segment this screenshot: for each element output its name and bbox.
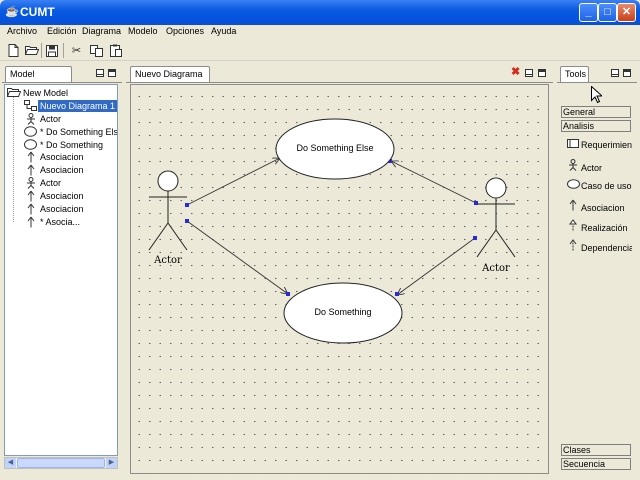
association-line[interactable] <box>391 161 477 204</box>
tools-category-secuencia[interactable]: Secuencia <box>561 458 631 470</box>
paste-icon[interactable] <box>108 43 123 58</box>
copy-icon[interactable] <box>89 43 104 58</box>
cut-icon[interactable]: ✂ <box>69 43 84 58</box>
tools-category-analisis[interactable]: Analisis <box>561 120 631 132</box>
tool-label: Actor <box>581 163 603 173</box>
menu-edicion[interactable]: Edición <box>47 26 77 36</box>
tool-label: Dependencia <box>581 243 632 253</box>
tab-tools[interactable]: Tools <box>560 66 589 82</box>
open-folder-icon[interactable] <box>24 43 39 58</box>
tree-item-asociacion[interactable]: Asociacion <box>40 190 84 202</box>
menu-ayuda[interactable]: Ayuda <box>211 26 236 36</box>
tree-item-do-something-else[interactable]: * Do Something Else <box>40 126 117 138</box>
tree-horizontal-scrollbar[interactable]: ◀ ▶ <box>4 457 118 469</box>
tree-item-do-something[interactable]: * Do Something <box>40 139 103 151</box>
close-button[interactable]: ✕ <box>617 3 636 22</box>
tree-item-asociacion[interactable]: Asociacion <box>40 151 84 163</box>
menu-archivo[interactable]: Archivo <box>7 26 37 36</box>
actor-left[interactable] <box>148 170 188 251</box>
scroll-left-icon[interactable]: ◀ <box>5 458 16 468</box>
window-title: CUMT <box>20 5 55 19</box>
dependency-icon <box>566 239 580 254</box>
save-icon[interactable] <box>44 43 59 58</box>
tree-item-actor[interactable]: Actor <box>40 177 61 189</box>
tool-label: Caso de uso <box>581 181 632 191</box>
mouse-cursor-icon <box>591 86 602 103</box>
close-diagram-icon[interactable]: ✖ <box>511 66 521 78</box>
association-icon <box>566 199 580 214</box>
scroll-right-icon[interactable]: ▶ <box>106 458 117 468</box>
tree-item-asociacion[interactable]: Asociacion <box>40 203 84 215</box>
tree-item-asociacion[interactable]: Asociacion <box>40 164 84 176</box>
tool-caso-de-uso[interactable]: Caso de uso <box>566 179 632 192</box>
actor-icon <box>566 159 580 174</box>
menu-diagrama[interactable]: Diagrama <box>82 26 121 36</box>
toolbar: ✂ <box>0 40 640 61</box>
folder-icon <box>6 87 22 102</box>
diagram-canvas[interactable]: Do Something Else Do Something Actor Act… <box>130 84 549 474</box>
tools-minimize-icon[interactable] <box>611 69 619 77</box>
tree-item-nuevo-diagrama[interactable]: Nuevo Diagrama 1 <box>38 100 117 112</box>
tab-model-browser[interactable]: Model Browser <box>5 66 72 94</box>
scroll-thumb[interactable] <box>17 458 105 468</box>
actor-label: Actor <box>482 263 510 274</box>
association-line[interactable] <box>186 158 280 206</box>
tree-item-actor[interactable]: Actor <box>40 113 61 125</box>
tools-maximize-icon[interactable] <box>623 69 631 77</box>
menu-bar: Archivo Edición Diagrama Modelo Opciones… <box>0 25 640 39</box>
panel-maximize-icon[interactable] <box>108 69 116 77</box>
new-file-icon[interactable] <box>6 43 21 58</box>
actor-right[interactable] <box>476 177 516 258</box>
realization-icon <box>566 219 580 234</box>
tree-item-asociacion-modified[interactable]: * Asocia... <box>40 216 80 228</box>
usecase-label: Do Something <box>314 307 372 317</box>
menu-opciones[interactable]: Opciones <box>166 26 204 36</box>
java-cup-icon: ☕ <box>5 6 19 18</box>
tool-actor[interactable]: Actor <box>566 159 632 174</box>
tool-label: Realización <box>581 223 628 233</box>
tool-dependencia[interactable]: Dependencia <box>566 239 632 254</box>
menu-modelo[interactable]: Modelo <box>128 26 158 36</box>
association-line[interactable] <box>186 220 288 294</box>
tool-requerimiento[interactable]: Requerimiento <box>566 139 632 151</box>
tool-asociacion[interactable]: Asociacion <box>566 199 632 214</box>
association-line[interactable] <box>397 237 476 295</box>
tree-item-new-model[interactable]: New Model <box>23 87 68 99</box>
tools-category-general[interactable]: General <box>561 106 631 118</box>
requirement-icon <box>566 139 580 151</box>
panel-minimize-icon[interactable] <box>96 69 104 77</box>
tools-category-clases[interactable]: Clases <box>561 444 631 456</box>
model-tree: New Model Nuevo Diagrama 1 Actor * Do So… <box>4 84 118 456</box>
actor-label: Actor <box>154 255 182 266</box>
tool-label: Asociacion <box>581 203 625 213</box>
minimize-button[interactable]: _ <box>579 3 598 22</box>
diagram-maximize-icon[interactable] <box>538 69 546 77</box>
title-bar: ☕ CUMT _ □ ✕ <box>0 0 640 25</box>
association-icon <box>26 216 36 232</box>
tool-label: Requerimiento <box>581 140 632 150</box>
usecase-icon <box>566 179 580 192</box>
tool-realizacion[interactable]: Realización <box>566 219 632 234</box>
usecase-label: Do Something Else <box>296 143 374 153</box>
maximize-button[interactable]: □ <box>598 3 617 22</box>
tab-nuevo-diagrama[interactable]: Nuevo Diagrama 1 <box>130 66 210 94</box>
diagram-minimize-icon[interactable] <box>525 69 533 77</box>
